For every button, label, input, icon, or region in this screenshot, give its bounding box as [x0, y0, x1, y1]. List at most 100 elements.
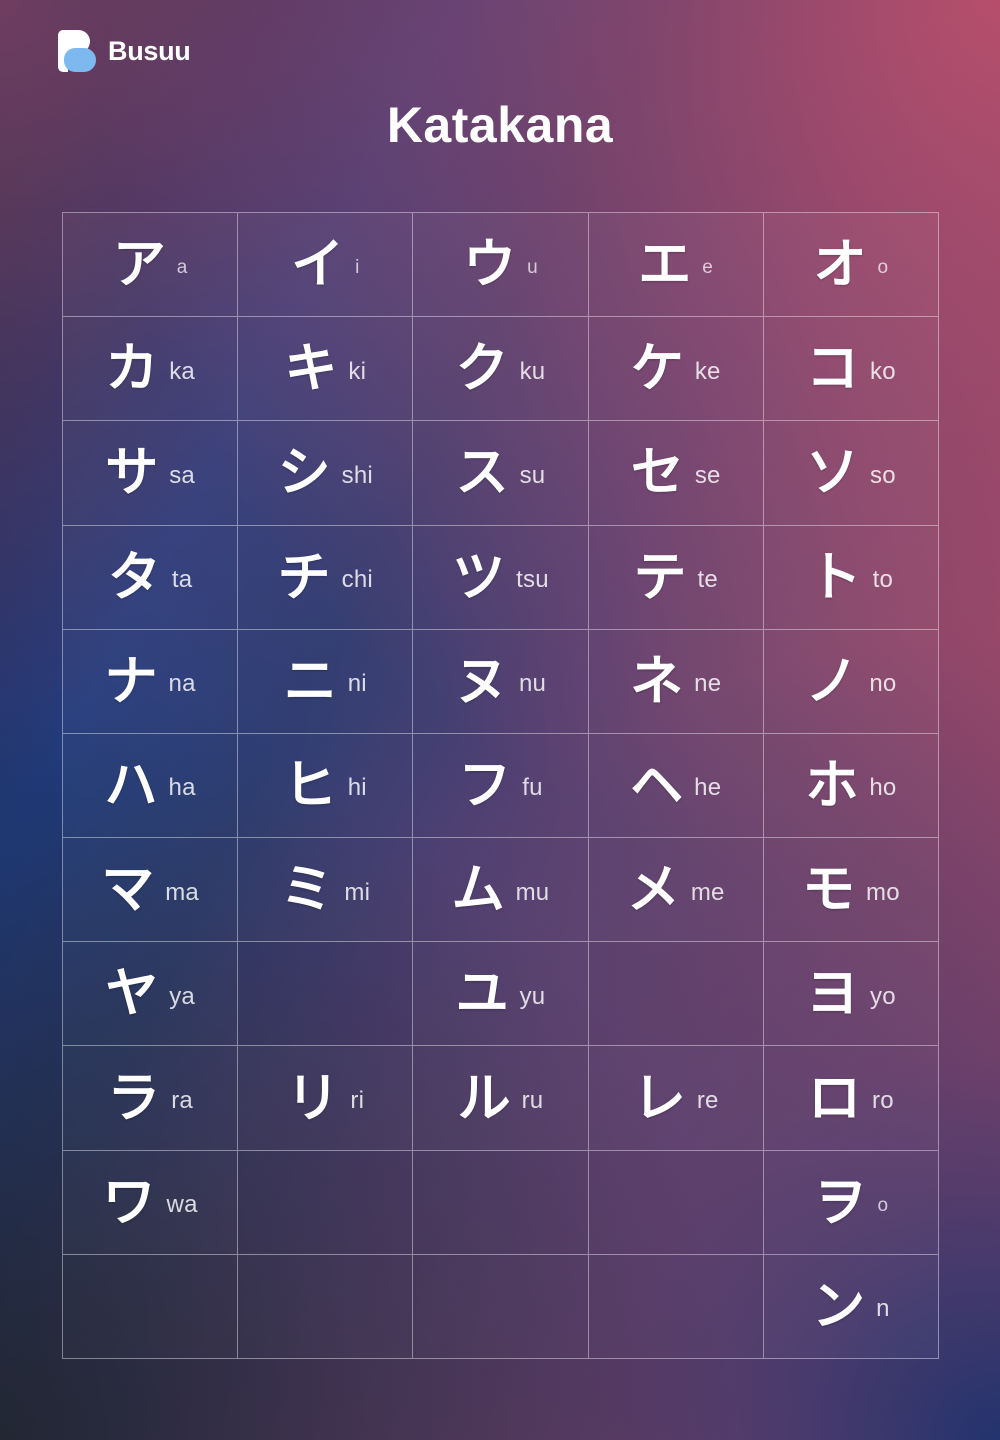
kana-romaji: u [527, 257, 538, 279]
kana-cell: ク ku [413, 317, 589, 422]
kana-character: ヤ [105, 963, 159, 1025]
kana-cell: イi [238, 213, 414, 318]
kana-cell: セ se [588, 421, 764, 526]
kana-character: セ [630, 442, 684, 504]
katakana-chart-page: Busuu Katakana ア a イ i ウ u エ e オ o カ ka キ ki ク ku ケ ke コ ko… [0, 0, 1000, 1440]
kana-cell: ナ na [63, 629, 239, 734]
kana-cell: モ mo [763, 838, 939, 943]
kana-cell: ラ ra [63, 1046, 239, 1151]
kana-character: ム [451, 859, 505, 921]
kana-cell: チ chi [238, 525, 414, 630]
kana-cell: ミ mi [238, 838, 414, 943]
kana-cell: オo [763, 213, 939, 318]
kana-cell-empty [588, 1150, 764, 1255]
kana-cell: テ te [588, 525, 764, 630]
kana-cell-empty [238, 1150, 414, 1255]
kana-cell: ヘ he [588, 733, 764, 839]
kana-cell: ウu [413, 213, 589, 318]
brand-wordmark: Busuu [108, 35, 191, 66]
busuu-b-logo-icon [58, 30, 96, 72]
kana-cell: ハ ha [63, 733, 239, 839]
kana-character: ク [455, 338, 509, 400]
kana-romaji: i [355, 257, 360, 279]
kana-romaji: yo [870, 982, 896, 1010]
kana-cell: ニ ni [238, 629, 414, 734]
kana-romaji: o [877, 1194, 889, 1216]
kana-romaji: yu [519, 982, 546, 1010]
kana-cell: ヒ hi [238, 733, 414, 839]
kana-romaji: e [702, 257, 714, 279]
kana-romaji: no [869, 670, 897, 698]
kana-cell: ワ wa [63, 1150, 239, 1255]
kana-cell: ホ ho [763, 733, 939, 839]
kana-character: ナ [104, 650, 158, 712]
kana-romaji: ra [171, 1087, 193, 1115]
kana-cell-empty [413, 1150, 589, 1255]
kana-character: ヲ [813, 1171, 867, 1233]
kana-cell-empty [63, 1254, 239, 1359]
kana-character: ウ [463, 234, 517, 296]
kana-cell: ケ ke [588, 317, 764, 422]
kana-character: ハ [104, 754, 158, 816]
kana-character: ラ [107, 1067, 161, 1129]
kana-romaji: nu [518, 670, 547, 698]
page-title: Katakana [386, 97, 614, 153]
kana-character: ン [812, 1275, 866, 1337]
kana-character: キ [284, 338, 338, 400]
kana-character: ス [455, 442, 509, 504]
kana-romaji: ni [347, 670, 367, 698]
kana-character: サ [105, 442, 159, 504]
kana-character: ト [808, 546, 862, 608]
kana-cell: ヤ ya [63, 942, 239, 1047]
kana-cell: ロ ro [763, 1046, 939, 1151]
kana-cell-empty [588, 942, 764, 1047]
kana-cell: ネ ne [588, 629, 764, 734]
kana-cell: ト to [763, 525, 939, 630]
kana-cell: ル ru [413, 1046, 589, 1151]
kana-character: タ [107, 546, 161, 608]
kana-romaji: n [876, 1295, 890, 1323]
kana-romaji: me [690, 878, 725, 906]
kana-romaji: te [697, 566, 718, 594]
kana-cell-empty [413, 1254, 589, 1359]
kana-romaji: re [696, 1087, 719, 1115]
kana-character: シ [277, 442, 331, 504]
kana-cell: レ re [588, 1046, 764, 1151]
kana-romaji: mo [866, 878, 900, 906]
kana-cell: ヲo [763, 1150, 939, 1255]
kana-romaji: ru [521, 1087, 544, 1115]
kana-romaji: su [519, 461, 546, 489]
kana-cell: ンn [763, 1254, 939, 1359]
kana-romaji: to [872, 566, 894, 594]
kana-character: イ [291, 234, 345, 296]
kana-character: ケ [630, 338, 684, 400]
kana-character: コ [806, 338, 860, 400]
kana-character: カ [105, 338, 159, 400]
kana-cell: マ ma [63, 838, 239, 943]
kana-character: ヌ [454, 650, 508, 712]
kana-character: ユ [455, 963, 509, 1025]
kana-character: テ [633, 546, 687, 608]
kana-cell: メ me [588, 838, 764, 943]
kana-character: ル [457, 1067, 511, 1129]
kana-cell: カ ka [63, 317, 239, 422]
kana-romaji: ro [872, 1087, 894, 1115]
kana-romaji: hi [347, 774, 367, 802]
kana-character: ネ [630, 650, 684, 712]
kana-romaji: na [168, 670, 196, 698]
kana-romaji: wa [166, 1191, 198, 1219]
kana-romaji: ke [694, 357, 721, 385]
kana-romaji: ri [350, 1087, 365, 1115]
kana-cell: リ ri [238, 1046, 414, 1151]
kana-romaji: se [694, 461, 721, 489]
kana-romaji: sa [169, 461, 195, 489]
katakana-grid: ア a イ i ウ u エ e オ o カ ka キ ki ク ku ケ ke コ ko サ sa シ shi ス su セ se ソ s… [62, 212, 939, 1359]
kana-romaji: shi [341, 461, 373, 489]
kana-cell: ム mu [413, 838, 589, 943]
kana-character: ノ [805, 650, 859, 712]
kana-character: ア [112, 234, 166, 296]
kana-cell: フ fu [413, 733, 589, 839]
kana-cell: ヨ yo [763, 942, 939, 1047]
kana-character: ヒ [283, 754, 337, 816]
kana-character: チ [277, 546, 331, 608]
